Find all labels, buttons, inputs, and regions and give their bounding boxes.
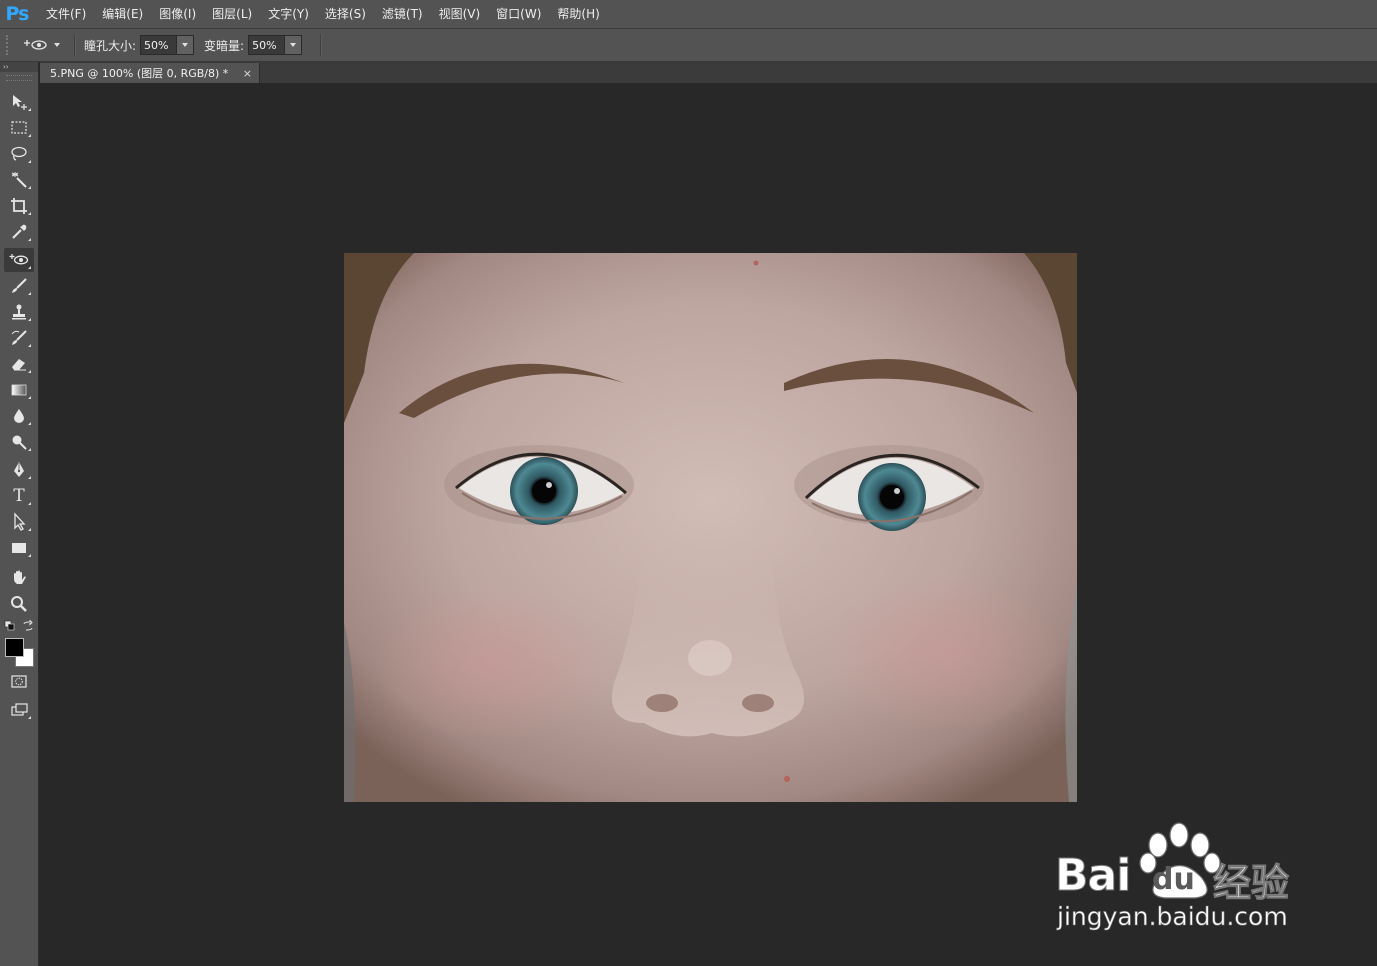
lasso-tool[interactable] — [4, 142, 34, 166]
darken-amount-label: 变暗量: — [204, 38, 245, 53]
pen-tool[interactable] — [4, 458, 34, 482]
rectangle-tool[interactable] — [4, 536, 34, 560]
default-colors-icon[interactable] — [4, 620, 16, 632]
menu-filter[interactable]: 滤镜(T) — [374, 0, 431, 28]
darken-amount-value[interactable]: 50% — [249, 39, 284, 52]
eraser-tool[interactable] — [4, 352, 34, 376]
lasso-icon — [11, 146, 27, 161]
marquee-tool[interactable] — [4, 116, 34, 140]
history-brush-tool[interactable] — [4, 326, 34, 350]
history-brush-icon — [11, 330, 27, 345]
chevron-down-icon — [182, 43, 189, 47]
brush-tool[interactable] — [4, 274, 34, 298]
zoom-tool[interactable] — [4, 592, 34, 616]
blur-tool[interactable] — [4, 404, 34, 428]
hand-icon — [14, 570, 26, 584]
options-bar: 瞳孔大小: 50% 变暗量: 50% — [0, 29, 1377, 62]
color-swatches — [4, 634, 36, 668]
baidu-brand-left: Bai — [1054, 850, 1131, 902]
baidu-brand-du: du — [1152, 862, 1195, 897]
gradient-icon — [11, 384, 27, 396]
darken-amount-field[interactable]: 50% — [248, 35, 303, 55]
pupil-size-field[interactable]: 50% — [140, 35, 195, 55]
menu-image[interactable]: 图像(I) — [151, 0, 204, 28]
eraser-icon — [12, 359, 26, 371]
dodge-tool[interactable] — [4, 430, 34, 454]
quick-mask-icon — [11, 675, 27, 688]
gradient-tool[interactable] — [4, 378, 34, 402]
photoshop-logo: Ps — [5, 3, 30, 25]
menu-edit[interactable]: 编辑(E) — [94, 0, 151, 28]
document-image[interactable] — [344, 253, 1077, 802]
menu-window[interactable]: 窗口(W) — [488, 0, 549, 28]
menu-view[interactable]: 视图(V) — [431, 0, 489, 28]
face-photo — [344, 253, 1077, 802]
path-selection-tool[interactable] — [4, 510, 34, 534]
magnifier-icon — [11, 596, 27, 612]
red-eye-icon — [9, 254, 29, 265]
options-separator — [74, 34, 76, 56]
magic-wand-tool[interactable] — [4, 168, 34, 192]
type-icon: T — [13, 486, 25, 506]
move-tool[interactable] — [4, 90, 34, 114]
document-tab[interactable]: 5.PNG @ 100% (图层 0, RGB/8) * × — [40, 63, 260, 83]
baidu-watermark: Bai du 经验 jingyan.baidu.com — [1054, 818, 1305, 938]
pupil-size-dropdown-button[interactable] — [176, 36, 194, 54]
clone-stamp-icon — [12, 304, 26, 320]
tools-panel-grip[interactable] — [6, 75, 32, 81]
pupil-size-label: 瞳孔大小: — [84, 38, 137, 53]
menu-bar: Ps 文件(F) 编辑(E) 图像(I) 图层(L) 文字(Y) 选择(S) 滤… — [0, 0, 1377, 29]
darken-amount-dropdown-button[interactable] — [284, 36, 302, 54]
tools-panel: ›› T — [0, 62, 39, 966]
tool-preset-picker[interactable] — [24, 37, 66, 53]
baidu-watermark-url: jingyan.baidu.com — [1057, 902, 1288, 932]
menu-file[interactable]: 文件(F) — [38, 0, 94, 28]
close-icon[interactable]: × — [243, 67, 252, 80]
move-icon — [13, 95, 27, 110]
chevron-down-icon — [54, 43, 60, 47]
screen-mode-button[interactable] — [4, 698, 34, 722]
rectangular-marquee-icon — [11, 121, 27, 134]
baidu-brand-jingyan: 经验 — [1212, 861, 1290, 906]
menu-layer[interactable]: 图层(L) — [204, 0, 260, 28]
dodge-icon — [12, 435, 27, 450]
eyedropper-tool[interactable] — [4, 220, 34, 244]
menu-help[interactable]: 帮助(H) — [549, 0, 607, 28]
pupil-size-value[interactable]: 50% — [141, 39, 176, 52]
quick-mask-button[interactable] — [4, 670, 34, 694]
clone-stamp-tool[interactable] — [4, 300, 34, 324]
swap-colors-icon[interactable] — [22, 620, 34, 632]
crop-tool[interactable] — [4, 194, 34, 218]
pen-icon — [14, 462, 24, 477]
menu-select[interactable]: 选择(S) — [317, 0, 374, 28]
eyedropper-icon — [12, 224, 27, 239]
blur-drop-icon — [14, 409, 24, 423]
document-tab-bar: 5.PNG @ 100% (图层 0, RGB/8) * × — [40, 62, 1377, 83]
red-eye-tool-icon — [24, 40, 47, 50]
options-bar-grip[interactable] — [6, 35, 14, 55]
magic-wand-icon — [11, 172, 27, 188]
tools-panel-expand-button[interactable]: ›› — [0, 62, 38, 72]
menu-type[interactable]: 文字(Y) — [260, 0, 317, 28]
red-eye-tool[interactable] — [4, 248, 34, 272]
path-selection-arrow-icon — [14, 512, 26, 531]
chevron-down-icon — [290, 43, 297, 47]
crop-icon — [11, 198, 27, 214]
type-tool[interactable]: T — [4, 484, 34, 508]
options-separator — [320, 34, 323, 56]
hand-tool[interactable] — [4, 566, 34, 590]
screen-mode-icon — [11, 703, 28, 716]
brush-icon — [12, 278, 27, 293]
foreground-color-swatch[interactable] — [5, 638, 24, 657]
document-tab-title: 5.PNG @ 100% (图层 0, RGB/8) * — [50, 67, 229, 80]
rectangle-shape-icon — [12, 543, 26, 553]
